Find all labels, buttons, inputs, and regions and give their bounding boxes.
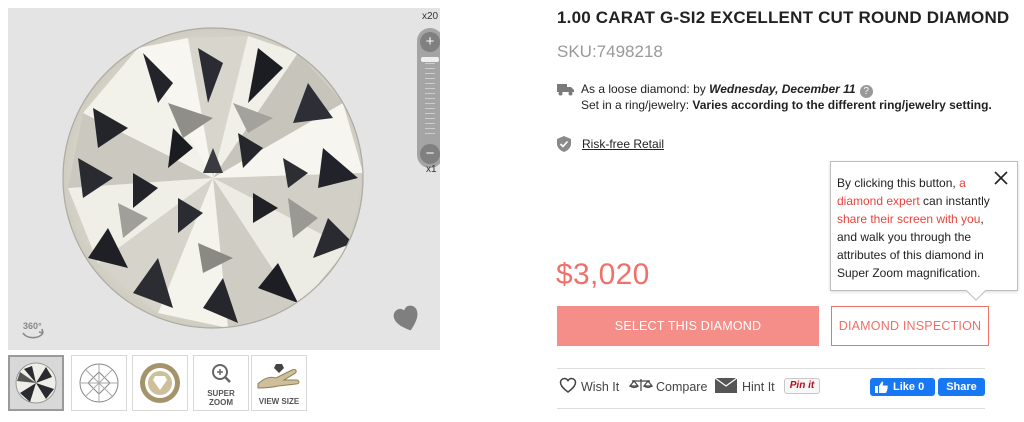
help-icon[interactable]: ?: [859, 85, 873, 98]
svg-text:360°: 360°: [23, 321, 42, 331]
select-diamond-button[interactable]: SELECT THIS DIAMOND: [557, 306, 819, 346]
ring-delivery: Set in a ring/jewelry: Varies according …: [581, 98, 992, 112]
zoom-in-button[interactable]: +: [420, 32, 440, 52]
rotate-360-icon[interactable]: 360°: [18, 314, 48, 344]
thumbnail-diamond-photo[interactable]: [8, 355, 64, 411]
facebook-share-button[interactable]: Share: [938, 378, 985, 396]
close-icon[interactable]: [993, 170, 1009, 186]
diamond-inspection-button[interactable]: DIAMOND INSPECTION: [831, 306, 989, 346]
thumbnail-diamond-diagram[interactable]: [71, 355, 127, 411]
diamond-viewer[interactable]: x20 + − x1 360°: [8, 8, 440, 350]
inspection-tooltip: By clicking this button, a diamond exper…: [830, 161, 1018, 301]
zoom-ticks: [425, 58, 435, 138]
thumbnail-super-zoom[interactable]: SUPER ZOOM: [193, 355, 249, 411]
product-title: 1.00 CARAT G-SI2 EXCELLENT CUT ROUND DIA…: [557, 8, 1010, 27]
super-zoom-label-line1: SUPER: [207, 389, 235, 398]
risk-free-retail-link[interactable]: Risk-free Retail: [582, 137, 664, 151]
heart-icon: [559, 377, 577, 393]
diamond-diagram-icon: [79, 363, 119, 403]
zoom-min-label: x1: [426, 164, 437, 175]
diamond-image: [62, 27, 364, 329]
tooltip-arrow: [966, 281, 986, 301]
loose-diamond-delivery: As a loose diamond: by Wednesday, Decemb…: [581, 82, 873, 98]
thumbnail-certificate[interactable]: [132, 355, 188, 411]
divider: [557, 408, 985, 409]
diamond-photo-icon: [15, 362, 57, 404]
magnifier-icon: [212, 364, 231, 383]
wish-it-button[interactable]: Wish It: [559, 377, 625, 395]
delivery-date: Wednesday, December 11: [709, 82, 856, 96]
tooltip-text: By clicking this button, a diamond exper…: [837, 176, 990, 280]
product-sku: SKU:7498218: [557, 42, 663, 61]
thumbnail-view-size[interactable]: VIEW SIZE: [251, 355, 307, 411]
compare-icon: [629, 379, 653, 391]
pin-it-button[interactable]: Pin it: [784, 378, 820, 394]
truck-icon: [557, 84, 574, 96]
envelope-icon: [715, 377, 737, 393]
product-price: $3,020: [556, 258, 650, 291]
thumbs-up-icon: [875, 381, 888, 393]
zoom-max-label: x20: [422, 11, 439, 22]
shield-check-icon: [557, 136, 571, 152]
zoom-slider[interactable]: + −: [417, 28, 440, 168]
divider: [557, 368, 985, 369]
certificate-seal-icon: [140, 363, 180, 403]
hint-it-button[interactable]: Hint It: [715, 377, 779, 395]
zoom-out-button[interactable]: −: [420, 144, 440, 164]
view-size-label: VIEW SIZE: [258, 397, 300, 406]
facebook-like-button[interactable]: Like 0: [870, 378, 935, 396]
hand-icon: [257, 364, 300, 389]
compare-button[interactable]: Compare: [629, 377, 711, 395]
zoom-slider-handle[interactable]: [421, 57, 439, 62]
super-zoom-label-line2: ZOOM: [209, 398, 233, 407]
favorite-heart-icon[interactable]: [392, 304, 422, 334]
